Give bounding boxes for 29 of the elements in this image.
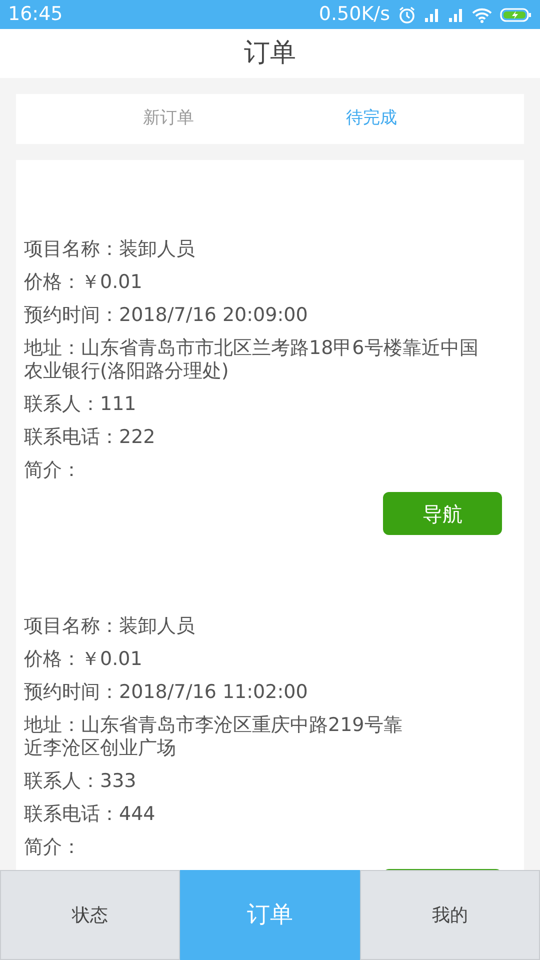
order-detail: 地址：山东省青岛市李沧区重庆中路219号靠	[24, 714, 404, 737]
order-detail: 项目名称：装卸人员	[24, 615, 196, 638]
order-detail: 联系电话：222	[24, 426, 156, 449]
order-detail: 简介：	[24, 459, 82, 482]
clock: 16:45	[8, 2, 63, 28]
nav-tab[interactable]: 状态	[0, 870, 180, 960]
tab[interactable]: 待完成	[270, 94, 473, 144]
signal-icon	[448, 6, 464, 22]
nav-tab[interactable]: 订单	[180, 870, 360, 960]
order-detail: 预约时间：2018/7/16 11:02:00	[24, 681, 309, 704]
order-detail: 简介：	[24, 836, 82, 859]
navigate-button[interactable]: 导航	[383, 492, 502, 535]
battery-icon	[500, 6, 532, 22]
order-detail: 联系人：111	[24, 393, 138, 416]
network-speed: 0.50K/s	[318, 2, 390, 28]
signal-icon	[424, 6, 440, 22]
order-detail: 价格：￥0.01	[24, 648, 144, 671]
wifi-icon	[472, 6, 492, 22]
order-detail: 近李沧区创业广场	[24, 737, 177, 760]
order-detail: 联系电话：444	[24, 803, 156, 826]
page-title: 订单	[244, 37, 296, 70]
order-detail: 预约时间：2018/7/16 20:09:00	[24, 304, 309, 327]
order-detail: 项目名称：装卸人员	[24, 238, 196, 261]
order-detail: 联系人：333	[24, 770, 138, 793]
alarm-icon	[398, 6, 416, 24]
order-detail: 价格：￥0.01	[24, 271, 144, 294]
order-detail: 地址：山东省青岛市市北区兰考路18甲6号楼靠近中国农业银行(洛阳路分理处)	[24, 337, 480, 383]
tab[interactable]: 新订单	[67, 94, 270, 144]
nav-tab[interactable]: 我的	[360, 870, 540, 960]
